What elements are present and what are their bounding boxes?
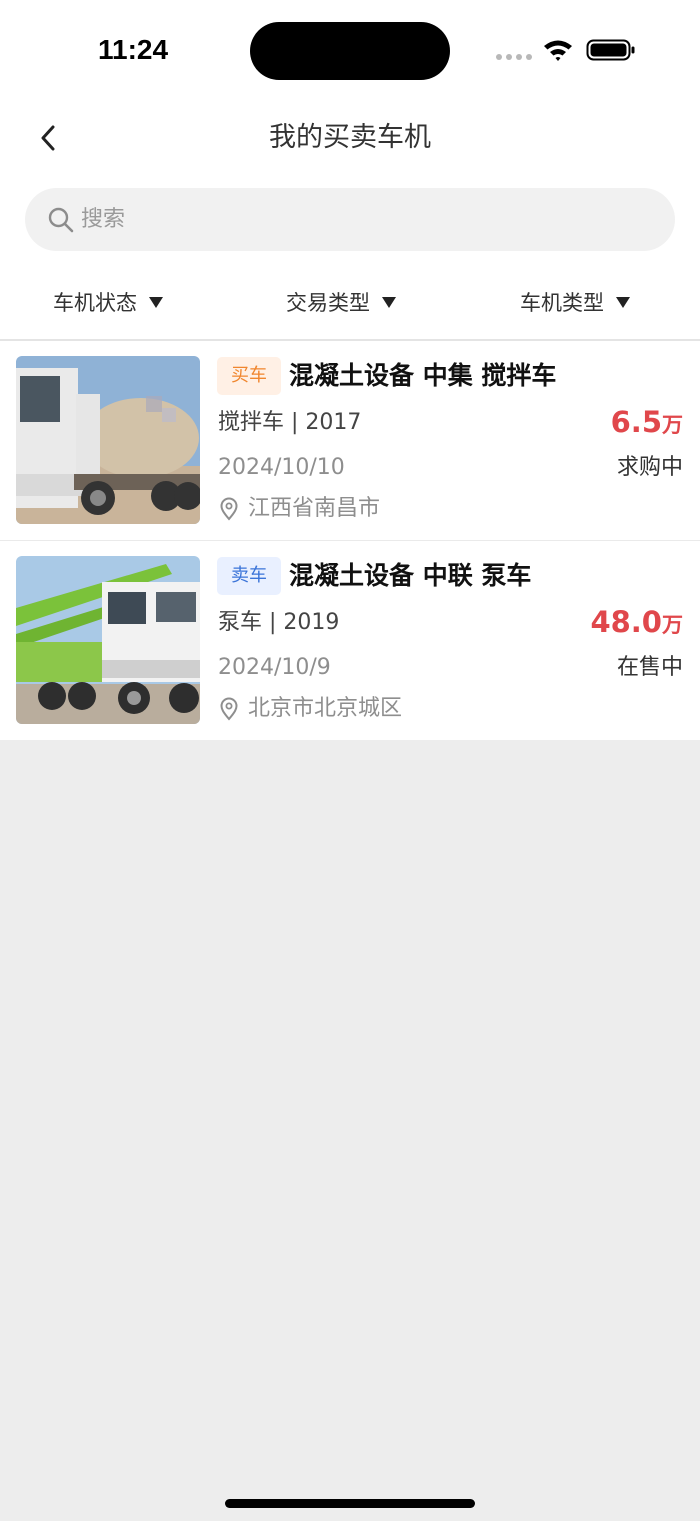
price-unit: 万 [662,413,683,437]
trade-type-badge: 买车 [217,357,281,395]
caret-down-icon [382,296,396,308]
listing-spec: 泵车 | 2019 [218,610,340,635]
price-value: 6.5 [610,405,662,439]
trade-type-badge: 卖车 [217,557,281,595]
price-value: 48.0 [590,605,662,639]
filter-vehicle-status[interactable]: 车机状态 [53,280,163,324]
location-pin-icon [220,497,238,521]
search-input[interactable]: 搜索 [25,188,675,251]
filter-label: 车机类型 [520,291,604,315]
listing-location: 江西省南昌市 [248,496,381,521]
list-item[interactable]: 卖车 混凝土设备 中联 泵车 泵车 | 2019 48.0万 2024/10/9… [0,541,700,740]
listing-title: 混凝土设备 中集 搅拌车 [289,361,557,390]
status-badge: 在售中 [616,655,683,680]
dynamic-island [250,22,450,80]
price-unit: 万 [662,613,683,637]
listing-price: 6.5万 [611,405,683,444]
filter-row: 车机状态 交易类型 车机类型 [0,280,700,324]
filter-trade-type[interactable]: 交易类型 [286,280,396,324]
filter-label: 交易类型 [286,291,370,315]
listing-date: 2024/10/10 [218,455,345,480]
status-time: 11:24 [98,34,169,65]
listing-title: 混凝土设备 中联 泵车 [289,561,532,590]
page-title: 我的买卖车机 [269,122,431,153]
filter-label: 车机状态 [53,291,137,315]
battery-icon [586,39,635,61]
status-badge: 求购中 [616,455,683,480]
search-placeholder: 搜索 [81,207,126,232]
listing-location: 北京市北京城区 [248,696,403,721]
caret-down-icon [616,296,630,308]
vehicle-photo [16,356,200,524]
listing-spec: 搅拌车 | 2017 [218,410,362,435]
location-pin-icon [220,697,238,721]
caret-down-icon [149,296,163,308]
home-indicator[interactable] [225,1499,475,1508]
vehicle-photo [16,556,200,724]
listing-date: 2024/10/9 [218,655,331,680]
listing-price: 48.0万 [590,605,683,644]
cellular-signal-icon [496,51,532,61]
search-icon [48,207,74,233]
list-item[interactable]: 买车 混凝土设备 中集 搅拌车 搅拌车 | 2017 6.5万 2024/10/… [0,341,700,540]
filter-vehicle-type[interactable]: 车机类型 [520,280,630,324]
wifi-icon [544,40,572,61]
